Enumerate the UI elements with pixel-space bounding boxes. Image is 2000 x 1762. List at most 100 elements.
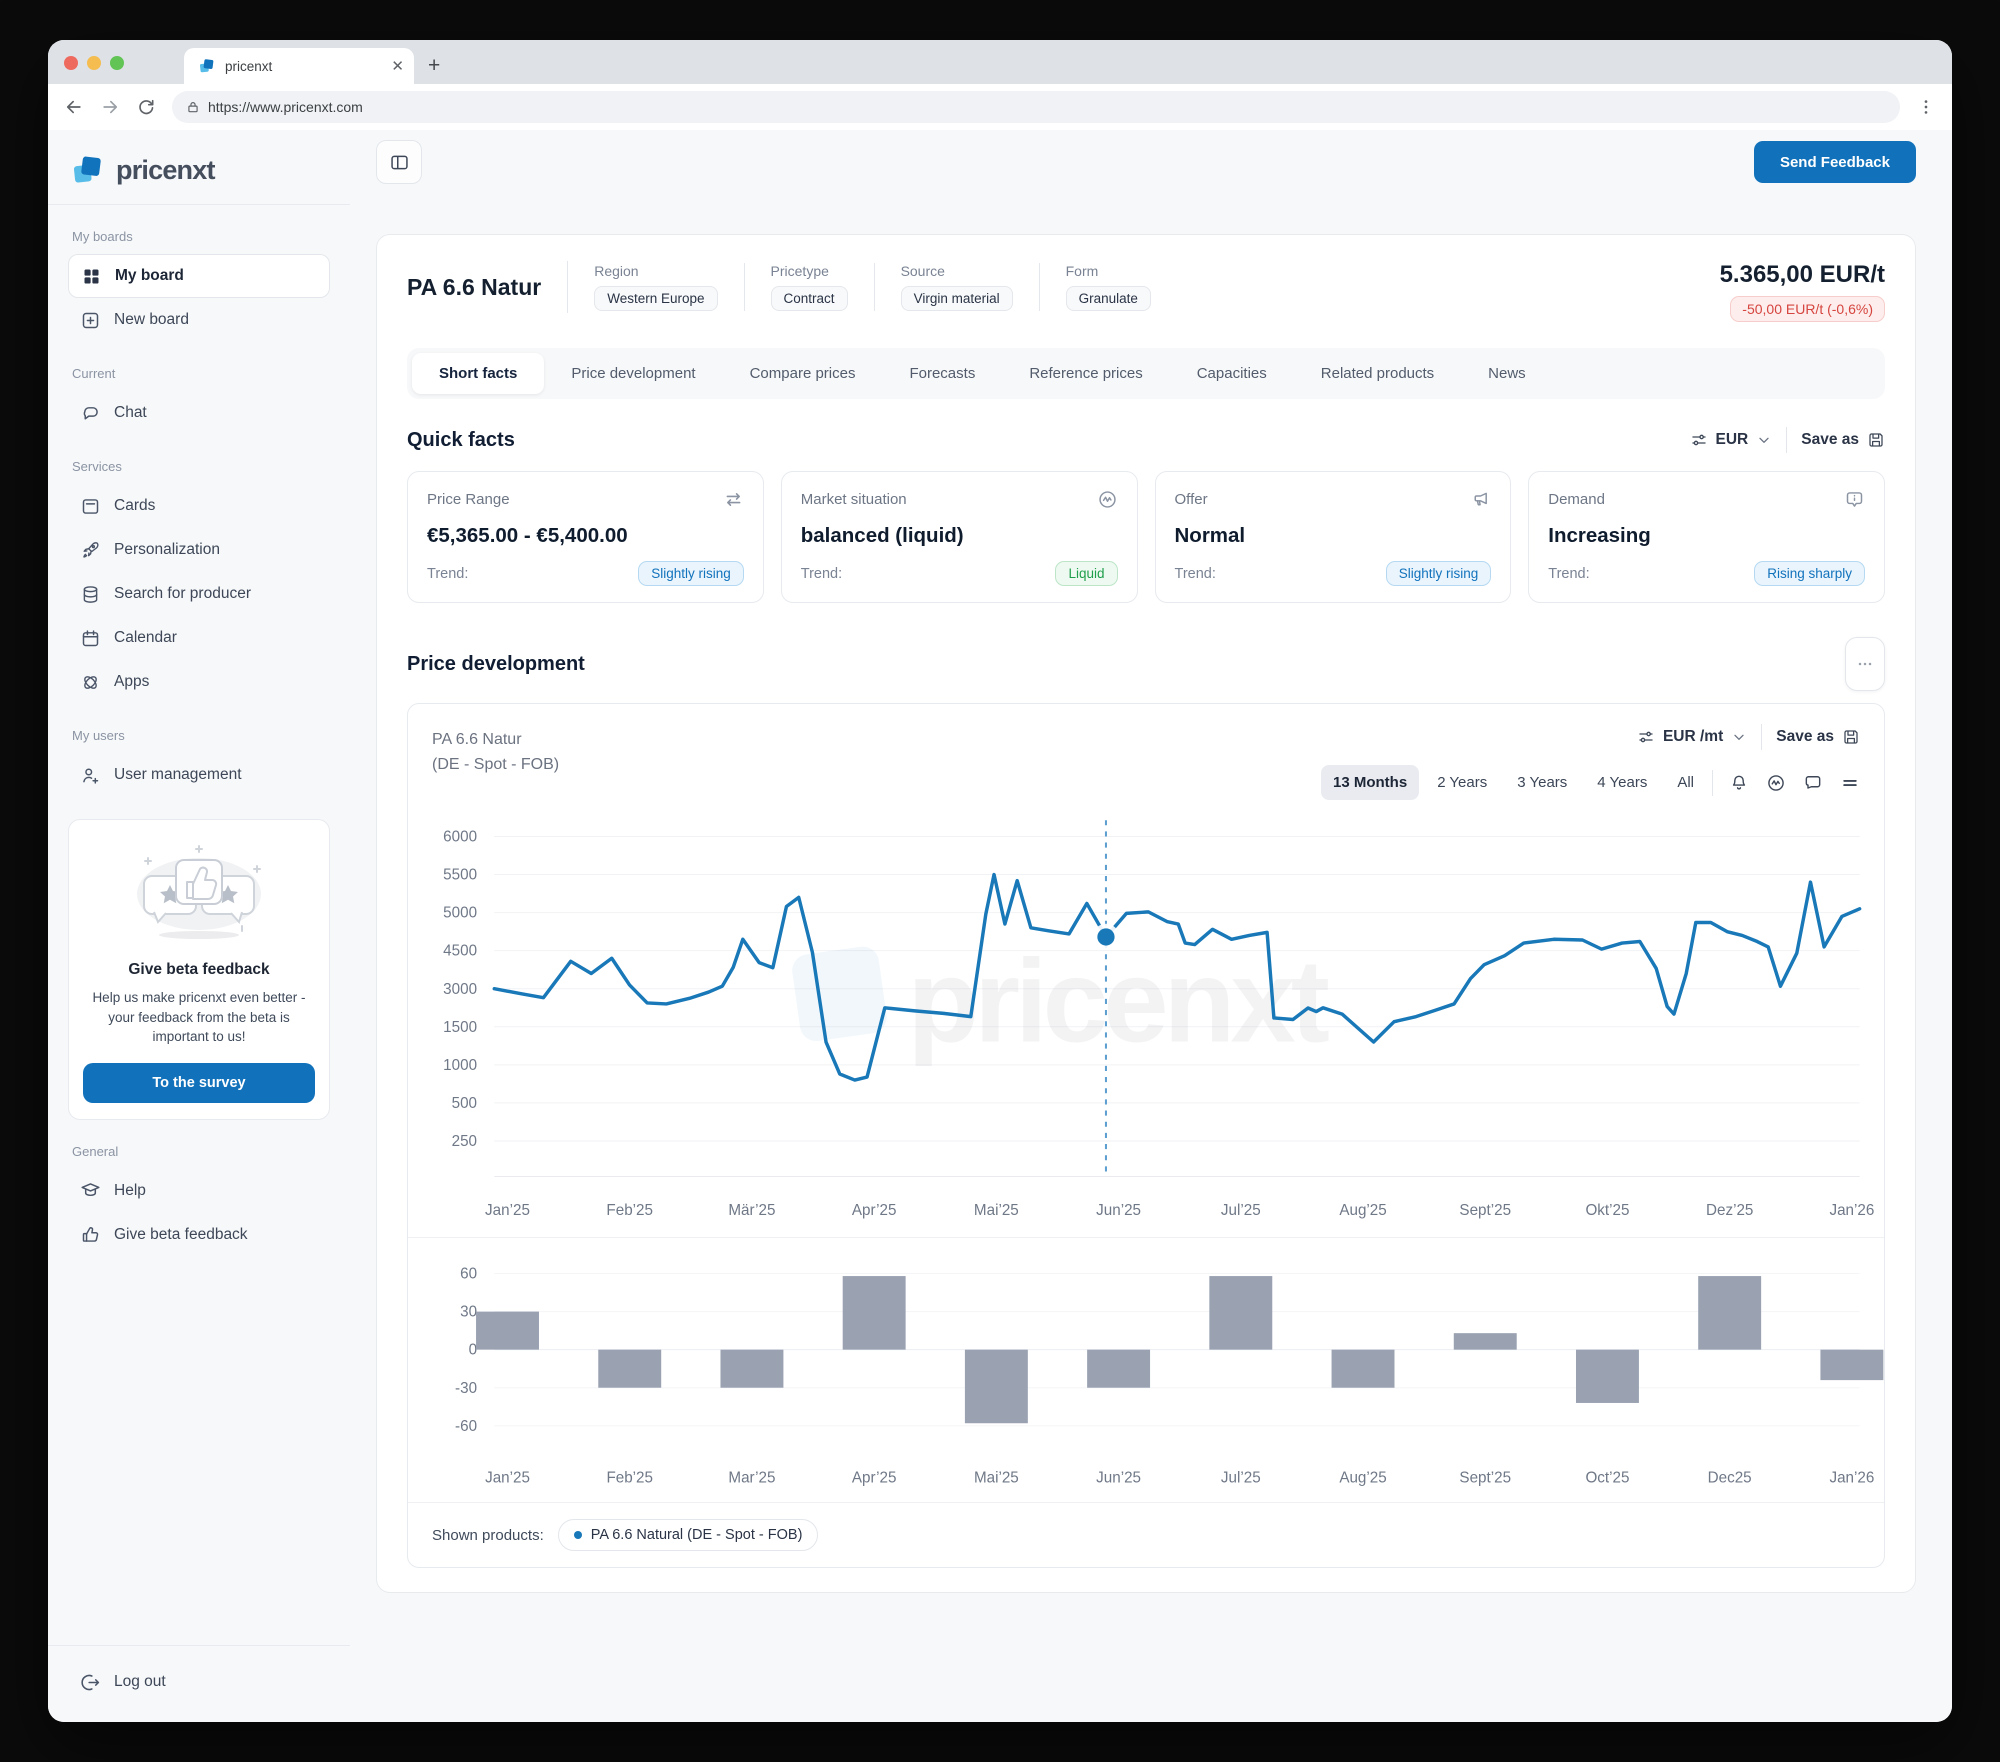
section-tabs: Short facts Price development Compare pr… — [407, 348, 1885, 399]
svg-text:250: 250 — [452, 1133, 477, 1150]
svg-text:0: 0 — [469, 1342, 477, 1359]
meta-label: Region — [594, 263, 717, 279]
maximize-window-button[interactable] — [110, 56, 124, 70]
sidebar-item-search-for-producer[interactable]: Search for producer — [68, 572, 330, 616]
sidebar-item-label: New board — [114, 311, 189, 329]
meta-source: Source Virgin material — [901, 263, 1013, 311]
range-4-years[interactable]: 4 Years — [1585, 765, 1659, 800]
chart-product-label: PA 6.6 Natur (DE - Spot - FOB) — [432, 724, 559, 778]
back-icon[interactable] — [64, 97, 84, 117]
swap-arrows-icon — [723, 489, 744, 510]
sidebar-item-calendar[interactable]: Calendar — [68, 616, 330, 660]
sidebar-item-new-board[interactable]: New board — [68, 298, 330, 342]
sidebar-item-give-beta-feedback[interactable]: Give beta feedback — [68, 1213, 330, 1257]
tab-reference-prices[interactable]: Reference prices — [1002, 353, 1169, 394]
tab-close-icon[interactable]: ✕ — [391, 57, 404, 75]
card-title: Price Range — [427, 491, 510, 508]
tab-short-facts[interactable]: Short facts — [412, 353, 544, 394]
sliders-icon — [1637, 728, 1655, 746]
sidebar-item-cards[interactable]: Cards — [68, 484, 330, 528]
quick-facts-heading: Quick facts — [407, 429, 515, 452]
close-window-button[interactable] — [64, 56, 78, 70]
sidebar-item-chat[interactable]: Chat — [68, 391, 330, 435]
svg-text:Jun’25: Jun’25 — [1096, 1202, 1141, 1219]
range-13-months[interactable]: 13 Months — [1321, 765, 1419, 800]
trend-label: Trend: — [427, 566, 468, 582]
user-plus-icon — [80, 765, 101, 786]
send-feedback-button[interactable]: Send Feedback — [1754, 141, 1916, 183]
chart-currency-selector[interactable]: EUR /mt — [1637, 728, 1747, 746]
meta-label: Pricetype — [771, 263, 848, 279]
section-label-services: Services — [72, 459, 326, 474]
more-options-button[interactable] — [1845, 637, 1885, 691]
range-all[interactable]: All — [1665, 765, 1706, 800]
bell-icon[interactable] — [1729, 773, 1749, 793]
svg-text:Mar’25: Mar’25 — [728, 1470, 775, 1487]
product-header: PA 6.6 Natur Region Western Europe Price… — [407, 261, 1885, 322]
price-line-chart[interactable]: 6000550050004500300015001000500250Jan’25… — [408, 806, 1884, 1237]
survey-button[interactable]: To the survey — [83, 1063, 315, 1103]
forward-icon[interactable] — [100, 97, 120, 117]
pricenxt-wordmark: pricenxt — [116, 155, 215, 186]
tab-compare-prices[interactable]: Compare prices — [723, 353, 883, 394]
new-tab-button[interactable]: + — [428, 54, 440, 78]
meta-value-chip: Contract — [771, 286, 848, 311]
info-bubble-icon — [1844, 489, 1865, 510]
tab-price-development[interactable]: Price development — [544, 353, 722, 394]
tab-forecasts[interactable]: Forecasts — [882, 353, 1002, 394]
trend-badge: Liquid — [1055, 561, 1117, 586]
save-as-button[interactable]: Save as — [1801, 431, 1885, 449]
range-2-years[interactable]: 2 Years — [1425, 765, 1499, 800]
url-bar[interactable]: https://www.pricenxt.com — [172, 91, 1900, 123]
sidebar-item-user-management[interactable]: User management — [68, 753, 330, 797]
card-value: Normal — [1175, 524, 1492, 548]
sidebar-item-my-board[interactable]: My board — [68, 254, 330, 298]
sidebar-item-personalization[interactable]: Personalization — [68, 528, 330, 572]
rocket-icon — [80, 540, 101, 561]
sidebar-item-label: Log out — [114, 1673, 166, 1691]
currency-value: EUR — [1716, 431, 1749, 449]
svg-text:60: 60 — [460, 1266, 477, 1283]
browser-tab[interactable]: pricenxt ✕ — [184, 48, 414, 84]
svg-text:-30: -30 — [455, 1380, 477, 1397]
activity-icon[interactable] — [1766, 773, 1786, 793]
sidebar-item-label: Chat — [114, 404, 147, 422]
divider — [874, 263, 875, 311]
shown-product-chip[interactable]: PA 6.6 Natural (DE - Spot - FOB) — [558, 1519, 819, 1551]
sidebar-item-label: User management — [114, 766, 242, 784]
sidebar-item-label: Cards — [114, 497, 155, 515]
section-label-general: General — [72, 1144, 326, 1159]
range-3-years[interactable]: 3 Years — [1505, 765, 1579, 800]
card-value: Increasing — [1548, 524, 1865, 548]
tab-related-products[interactable]: Related products — [1294, 353, 1461, 394]
chart-save-as-button[interactable]: Save as — [1776, 728, 1860, 746]
beta-card-body: Help us make pricenxt even better - your… — [83, 988, 315, 1047]
minimize-window-button[interactable] — [87, 56, 101, 70]
svg-text:pricenxt: pricenxt — [907, 935, 1328, 1067]
comment-icon[interactable] — [1803, 773, 1823, 793]
svg-text:-60: -60 — [455, 1418, 477, 1435]
svg-text:Sept’25: Sept’25 — [1459, 1202, 1511, 1219]
sidebar-item-help[interactable]: Help — [68, 1169, 330, 1213]
tab-title: pricenxt — [225, 59, 382, 74]
svg-text:Jan’26: Jan’26 — [1829, 1202, 1874, 1219]
menu-icon[interactable] — [1840, 773, 1860, 793]
svg-text:4500: 4500 — [443, 943, 477, 960]
chevron-down-icon — [1756, 432, 1772, 448]
svg-text:3000: 3000 — [443, 981, 477, 998]
apps-icon — [80, 672, 101, 693]
price-change-bar-chart[interactable]: 60300-30-60Jan’25Feb’25Mar’25Apr’25Mai’2… — [408, 1238, 1884, 1502]
sidebar-item-log-out[interactable]: Log out — [68, 1660, 330, 1704]
currency-selector[interactable]: EUR — [1690, 431, 1773, 449]
app-logo[interactable]: pricenxt — [68, 146, 330, 204]
browser-menu-icon[interactable] — [1916, 97, 1936, 117]
reload-icon[interactable] — [136, 97, 156, 117]
sidebar-toggle-button[interactable] — [376, 140, 422, 184]
tab-news[interactable]: News — [1461, 353, 1553, 394]
svg-text:Apr’25: Apr’25 — [852, 1202, 897, 1219]
sidebar-item-apps[interactable]: Apps — [68, 660, 330, 704]
divider — [744, 263, 745, 311]
tab-capacities[interactable]: Capacities — [1170, 353, 1294, 394]
save-as-label: Save as — [1801, 431, 1859, 449]
plus-square-icon — [80, 310, 101, 331]
